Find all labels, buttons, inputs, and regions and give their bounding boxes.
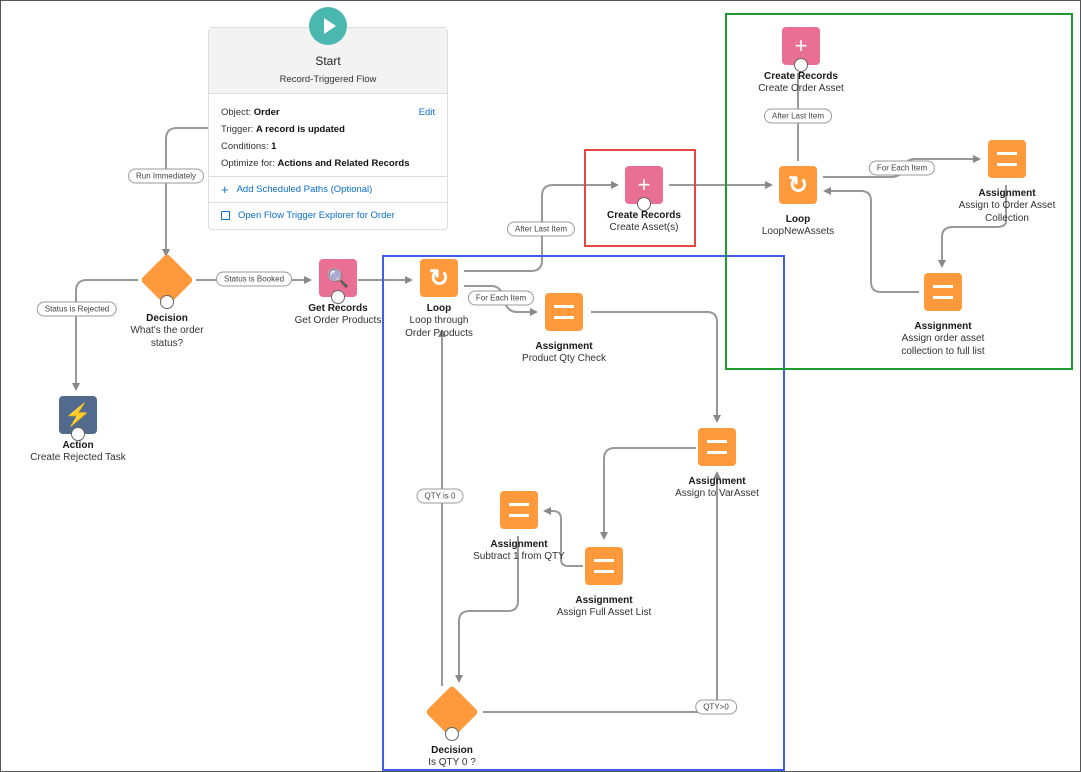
node-title: Create Records (764, 71, 838, 82)
connector-dot[interactable] (71, 427, 85, 441)
conditions-value: 1 (271, 141, 277, 152)
connector-dot[interactable] (160, 295, 174, 309)
edit-link[interactable]: Edit (419, 104, 435, 121)
connector-dot[interactable] (794, 58, 808, 72)
node-subtitle: Create Asset(s) (609, 222, 679, 233)
node-subtitle: Assign Full Asset List (556, 607, 652, 618)
assignment-icon (500, 491, 538, 529)
start-details: Object: Order Edit Trigger: A record is … (209, 94, 447, 177)
node-decision-qty[interactable]: Decision Is QTY 0 ? (382, 685, 522, 769)
node-subtitle: What's the order status? (130, 325, 204, 349)
node-subtitle: Product Qty Check (522, 353, 606, 364)
start-title: Start (315, 54, 341, 68)
open-trigger-explorer-label: Open Flow Trigger Explorer for Order (238, 210, 395, 221)
node-subtitle: LoopNewAssets (761, 226, 835, 237)
flow-canvas[interactable]: Start Record-Triggered Flow Object: Orde… (0, 0, 1081, 772)
node-subtitle: Create Rejected Task (30, 452, 126, 463)
loop-icon: ↻ (779, 166, 817, 204)
open-trigger-explorer-link[interactable]: Open Flow Trigger Explorer for Order (209, 203, 447, 228)
assignment-icon (585, 547, 623, 585)
add-scheduled-paths-link[interactable]: + Add Scheduled Paths (Optional) (209, 177, 447, 203)
node-title: Assignment (688, 476, 746, 487)
node-title: Action (62, 440, 94, 451)
add-scheduled-paths-label: Add Scheduled Paths (Optional) (236, 184, 373, 195)
connector-label[interactable]: For Each Item (467, 290, 535, 306)
assignment-icon (924, 273, 962, 311)
node-title: Loop (785, 214, 811, 225)
connector-label[interactable]: After Last Item (763, 108, 833, 124)
object-label: Object: (221, 107, 252, 118)
node-create-order-asset[interactable]: + Create Records Create Order Asset (731, 27, 871, 95)
trigger-value: A record is updated (256, 124, 345, 135)
loop-icon: ↻ (420, 259, 458, 297)
connector-label[interactable]: QTY is 0 (416, 488, 464, 504)
node-assign-order-asset-collection[interactable]: Assignment Assign to Order Asset Collect… (937, 140, 1077, 225)
conditions-label: Conditions: (221, 141, 269, 152)
plus-icon: + (221, 181, 229, 197)
create-records-icon: + (782, 27, 820, 72)
wire-start-decision (162, 127, 208, 257)
node-subtitle: Loop through Order Products (405, 315, 473, 339)
node-action-rejected-task[interactable]: ⚡ Action Create Rejected Task (8, 396, 148, 464)
node-subtitle: Assign to VarAsset (675, 488, 759, 499)
node-subtitle: Assign order asset collection to full li… (901, 333, 985, 357)
connector-dot[interactable] (445, 727, 459, 741)
node-assign-full-asset-list[interactable]: Assignment Assign Full Asset List (534, 547, 674, 619)
node-title: Decision (431, 745, 473, 756)
start-subtitle: Record-Triggered Flow (279, 74, 377, 85)
create-records-icon: + (625, 166, 663, 211)
node-title: Assignment (535, 341, 593, 352)
get-records-icon: 🔍 (319, 259, 357, 304)
assignment-icon (698, 428, 736, 466)
node-assign-collection-full-list[interactable]: Assignment Assign order asset collection… (873, 273, 1013, 358)
node-subtitle: Is QTY 0 ? (428, 757, 476, 768)
node-title: Assignment (575, 595, 633, 606)
node-title: Decision (146, 313, 188, 324)
node-title: Assignment (978, 188, 1036, 199)
node-title: Create Records (607, 210, 681, 221)
node-assign-varasset[interactable]: Assignment Assign to VarAsset (647, 428, 787, 500)
node-title: Assignment (914, 321, 972, 332)
connector-label[interactable]: For Each Item (868, 160, 936, 176)
object-value: Order (253, 107, 280, 118)
node-loop-new-assets[interactable]: ↻ Loop LoopNewAssets (728, 166, 868, 238)
connector-label[interactable]: Status is Booked (215, 271, 293, 287)
external-link-icon (221, 211, 230, 220)
lightning-icon: ⚡ (59, 396, 97, 441)
optimize-label: Optimize for: (221, 158, 275, 169)
node-decision-order-status[interactable]: Decision What's the order status? (97, 253, 237, 350)
connector-dot[interactable] (637, 197, 651, 211)
connector-lines (72, 73, 1007, 713)
node-create-assets[interactable]: + Create Records Create Asset(s) (574, 166, 714, 234)
assignment-icon (545, 293, 583, 331)
trigger-label: Trigger: (221, 124, 254, 135)
connector-label[interactable]: After Last Item (506, 221, 576, 237)
start-card[interactable]: Start Record-Triggered Flow Object: Orde… (208, 27, 448, 230)
optimize-value: Actions and Related Records (277, 158, 410, 169)
connector-label[interactable]: Status is Rejected (36, 301, 118, 317)
node-subtitle: Assign to Order Asset Collection (958, 200, 1056, 224)
connector-label[interactable]: QTY>0 (695, 699, 737, 715)
play-icon (309, 7, 347, 45)
connector-dot[interactable] (331, 290, 345, 304)
node-subtitle: Create Order Asset (758, 83, 844, 94)
connector-label[interactable]: Run Immediately (127, 168, 205, 184)
assignment-icon (988, 140, 1026, 178)
